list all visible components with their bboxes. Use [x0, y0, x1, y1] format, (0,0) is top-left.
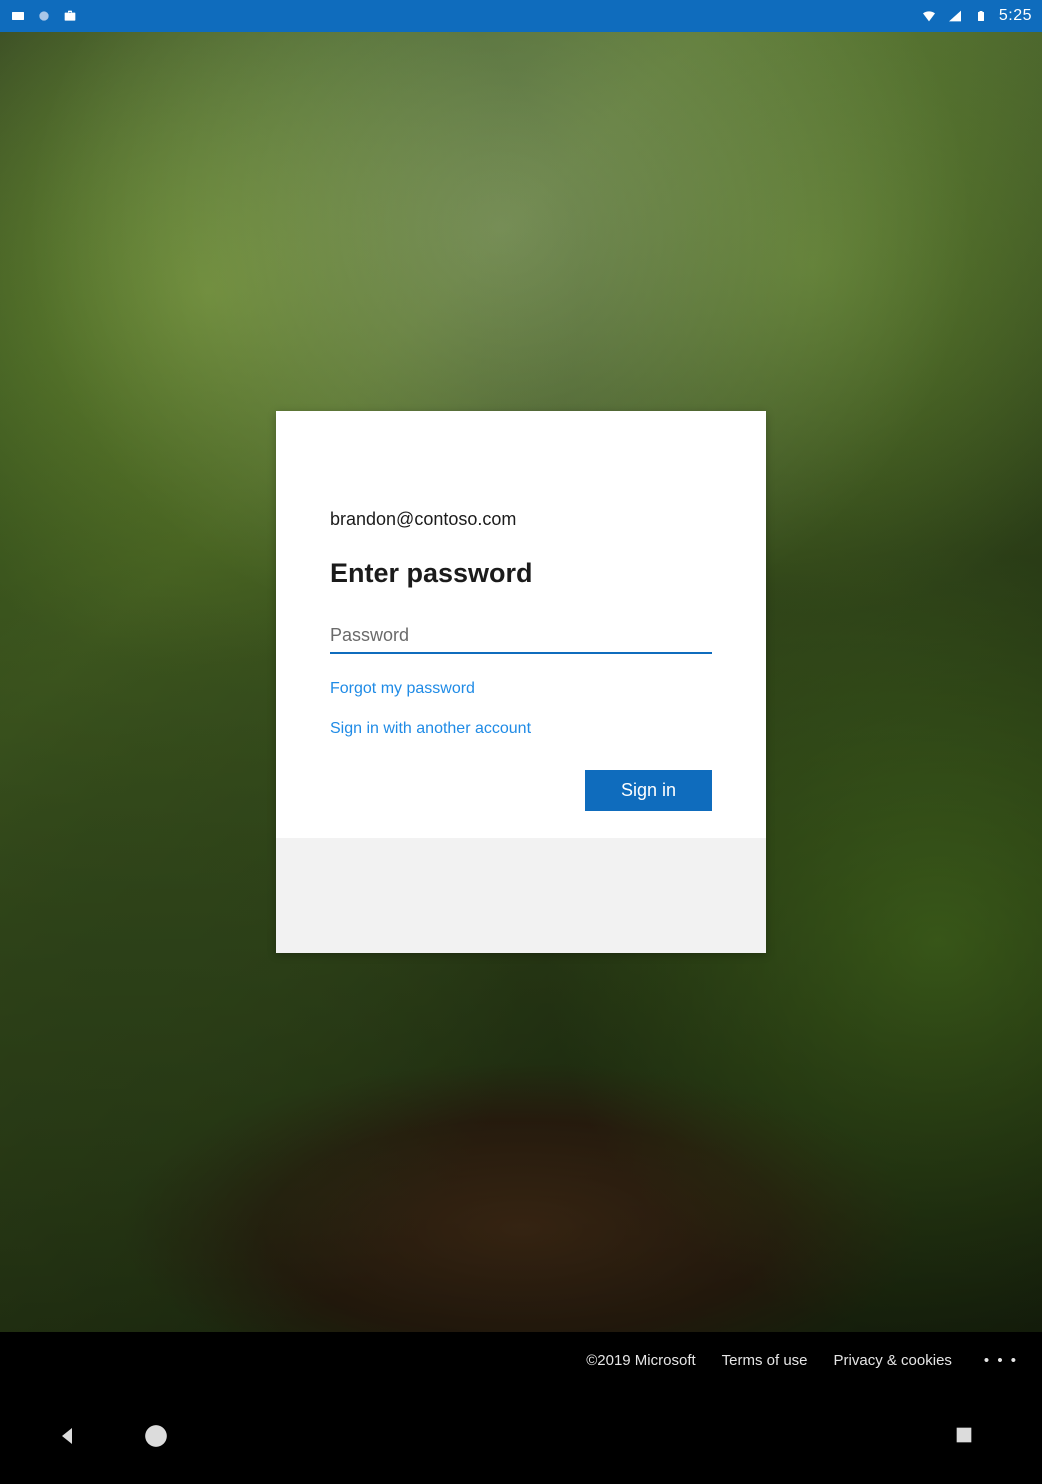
android-nav-bar: [0, 1388, 1042, 1484]
keyboard-icon: [10, 8, 26, 24]
wifi-icon: [921, 8, 937, 24]
status-time: 5:25: [999, 7, 1032, 25]
account-email: brandon@contoso.com: [330, 509, 712, 530]
android-status-bar: 5:25: [0, 0, 1042, 32]
sign-in-another-account-link[interactable]: Sign in with another account: [330, 720, 712, 738]
sync-icon: [36, 8, 52, 24]
sign-in-button[interactable]: Sign in: [585, 770, 712, 811]
cell-signal-icon: [947, 8, 963, 24]
copyright-text: ©2019 Microsoft: [586, 1352, 695, 1369]
terms-of-use-link[interactable]: Terms of use: [722, 1352, 808, 1369]
page-footer: ©2019 Microsoft Terms of use Privacy & c…: [0, 1332, 1042, 1388]
nav-recent-apps-button[interactable]: [950, 1421, 978, 1449]
more-options-button[interactable]: • • •: [978, 1352, 1024, 1369]
privacy-cookies-link[interactable]: Privacy & cookies: [834, 1352, 952, 1369]
actions-row: Sign in: [330, 770, 712, 811]
background-image: brandon@contoso.com Enter password Forgo…: [0, 32, 1042, 1332]
page-title: Enter password: [330, 558, 712, 589]
status-left-icons: [10, 8, 78, 24]
battery-icon: [973, 8, 989, 24]
nav-home-button[interactable]: [142, 1422, 170, 1450]
login-card: brandon@contoso.com Enter password Forgo…: [276, 411, 766, 953]
briefcase-icon: [62, 8, 78, 24]
login-card-body: brandon@contoso.com Enter password Forgo…: [276, 411, 766, 838]
status-right-icons: 5:25: [921, 7, 1032, 25]
nav-back-button[interactable]: [54, 1422, 82, 1450]
login-card-footer: [276, 838, 766, 953]
password-input[interactable]: [330, 615, 712, 654]
forgot-password-link[interactable]: Forgot my password: [330, 680, 712, 698]
